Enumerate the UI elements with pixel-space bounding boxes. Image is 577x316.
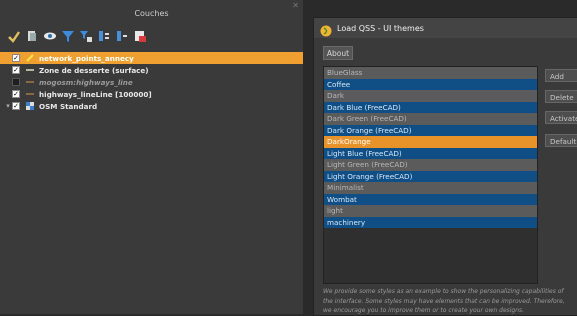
delete-button[interactable]: Delete bbox=[545, 90, 577, 103]
remove-layer-icon[interactable] bbox=[132, 29, 147, 44]
layer-row-highways-line[interactable]: mogosm:highways_line bbox=[0, 76, 303, 88]
dialog-title: Load QSS - UI themes bbox=[337, 23, 424, 33]
list-item[interactable]: machinery bbox=[324, 216, 537, 228]
list-item[interactable]: Wombat bbox=[324, 193, 537, 205]
layer-row-zone-desserte[interactable]: ✓ Zone de desserte (surface) bbox=[0, 64, 303, 76]
add-button[interactable]: Add bbox=[545, 69, 577, 82]
layer-row-network-points[interactable]: ✓ network_points_annecy bbox=[0, 52, 303, 64]
layer-label: network_points_annecy bbox=[39, 53, 134, 63]
list-item-selected[interactable]: DarkOrange bbox=[324, 136, 537, 148]
raster-symbol-icon bbox=[24, 101, 36, 111]
list-item[interactable]: light bbox=[324, 205, 537, 217]
about-button[interactable]: About bbox=[323, 46, 353, 60]
layer-row-highways-lineline[interactable]: ✓ highways_lineLine [100000] bbox=[0, 88, 303, 100]
collapse-all-icon[interactable] bbox=[114, 29, 129, 44]
layer-checkbox[interactable]: ✓ bbox=[12, 90, 20, 98]
list-item[interactable]: Light Orange (FreeCAD) bbox=[324, 170, 537, 182]
load-qss-dialog: Load QSS - UI themes About BlueGlass Cof… bbox=[313, 17, 577, 316]
layer-checkbox[interactable]: ✓ bbox=[12, 66, 20, 74]
point-symbol-icon bbox=[24, 53, 36, 63]
layer-label: mogosm:highways_line bbox=[39, 77, 133, 87]
help-note: We provide some styles as an example to … bbox=[323, 287, 577, 316]
list-item[interactable]: Dark Orange (FreeCAD) bbox=[324, 124, 537, 136]
filter-legend-icon[interactable] bbox=[78, 29, 93, 44]
theme-list[interactable]: BlueGlass Coffee Dark Dark Blue (FreeCAD… bbox=[323, 66, 538, 284]
layer-tree: ✓ network_points_annecy ✓ Zone de desser… bbox=[0, 52, 303, 112]
layer-row-osm-standard[interactable]: ▾ ✓ OSM Standard bbox=[0, 100, 303, 112]
list-item[interactable]: BlueGlass bbox=[324, 67, 537, 79]
chevron-down-icon[interactable]: ▾ bbox=[4, 102, 12, 110]
close-icon[interactable]: ✕ bbox=[292, 0, 299, 12]
layer-label: Zone de desserte (surface) bbox=[39, 65, 149, 75]
add-layer-icon[interactable] bbox=[6, 29, 21, 44]
default-button[interactable]: Default bbox=[545, 134, 577, 147]
line-symbol-icon bbox=[24, 89, 36, 99]
layer-checkbox[interactable]: ✓ bbox=[12, 102, 20, 110]
list-item[interactable]: Minimalist bbox=[324, 182, 537, 194]
activate-button[interactable]: Activate bbox=[545, 111, 577, 124]
line-symbol-icon bbox=[24, 77, 36, 87]
line-symbol-icon bbox=[24, 65, 36, 75]
layer-label: highways_lineLine [100000] bbox=[39, 89, 152, 99]
expand-all-icon[interactable] bbox=[96, 29, 111, 44]
note-line: the interface. Some styles may have elem… bbox=[323, 297, 565, 305]
layer-properties-icon[interactable] bbox=[24, 29, 39, 44]
layers-panel: Couches ✕ ✓ network_points_annecy ✓ Zone… bbox=[0, 0, 303, 314]
layer-checkbox[interactable]: ✓ bbox=[12, 54, 20, 62]
layer-label: OSM Standard bbox=[39, 101, 98, 111]
visibility-eye-icon[interactable] bbox=[42, 29, 57, 44]
list-item[interactable]: Dark Blue (FreeCAD) bbox=[324, 101, 537, 113]
qgis-logo-icon bbox=[320, 22, 332, 37]
dialog-title-bar: Load QSS - UI themes bbox=[314, 18, 577, 38]
list-item[interactable]: Coffee bbox=[324, 78, 537, 90]
note-line: we encourage you to improve them or to c… bbox=[323, 307, 525, 314]
list-item[interactable]: Dark Green (FreeCAD) bbox=[324, 113, 537, 125]
list-item[interactable]: Light Green (FreeCAD) bbox=[324, 159, 537, 171]
layers-toolbar bbox=[6, 26, 147, 46]
layer-checkbox[interactable] bbox=[12, 78, 20, 86]
list-item[interactable]: Dark bbox=[324, 90, 537, 102]
filter-icon[interactable] bbox=[60, 29, 75, 44]
panel-title: Couches bbox=[134, 9, 169, 18]
note-line: We provide some styles as an example to … bbox=[323, 288, 564, 295]
list-item[interactable]: Light Blue (FreeCAD) bbox=[324, 147, 537, 159]
